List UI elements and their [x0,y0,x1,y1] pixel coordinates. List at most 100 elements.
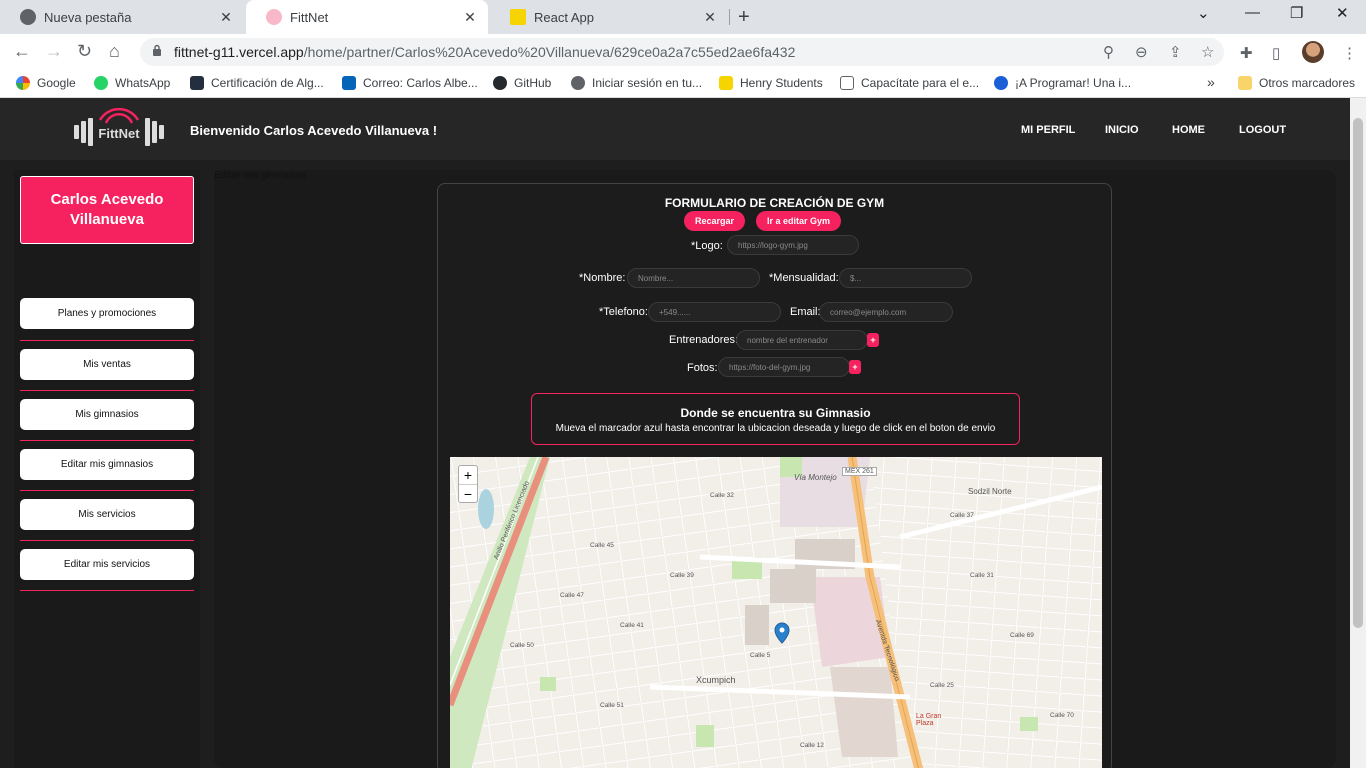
map-label-district: Xcumpich [696,675,736,685]
photos-input[interactable]: https://foto-del-gym.jpg [718,357,850,377]
bookmark-star-icon[interactable]: ☆ [1201,43,1214,61]
tab-title: React App [534,9,594,25]
bookmark-a-programar[interactable]: ¡A Programar! Una i... [994,76,1131,90]
nav-home[interactable]: HOME [1172,124,1205,136]
bookmark-certificacion[interactable]: Certificación de Alg... [190,76,324,90]
divider [20,590,194,591]
outlook-icon [342,76,356,90]
globe-icon [571,76,585,90]
zoom-in-button[interactable]: + [459,466,477,484]
side-panel-icon[interactable]: ▯ [1272,44,1280,62]
sidebar-item-editar-gimnasios[interactable]: Editar mis gimnasios [20,449,194,480]
kebab-menu-icon[interactable]: ⋮ [1342,44,1357,62]
bookmark-github[interactable]: GitHub [493,76,551,90]
forward-arrow-icon[interactable]: → [45,41,63,62]
bookmarks-overflow[interactable]: » [1207,74,1215,90]
bookmark-iniciar-sesion[interactable]: Iniciar sesión en tu... [571,76,702,90]
tab-title: FittNet [290,9,329,25]
location-map[interactable]: Calle 45 Calle 47 Calle 41 Calle 50 Calle 3… [450,457,1102,768]
chevron-down-icon[interactable]: ⌄ [1197,4,1210,22]
zoom-out-button[interactable]: − [459,485,477,503]
fittnet-logo[interactable]: FittNet [72,108,166,148]
location-pin-icon[interactable]: ⚲ [1103,43,1114,61]
minimize-icon[interactable]: — [1245,4,1260,21]
nav-inicio[interactable]: INICIO [1105,124,1139,136]
add-trainer-button[interactable]: + [867,333,879,347]
svg-text:Calle 50: Calle 50 [510,642,534,649]
svg-text:Calle 37: Calle 37 [950,512,974,519]
avatar[interactable] [1302,41,1324,63]
svg-text:Calle 5: Calle 5 [750,652,771,659]
park [1020,717,1038,731]
window-close-icon[interactable]: ✕ [1336,4,1349,22]
trainers-label: Entrenadores: [669,334,739,346]
svg-text:Calle 47: Calle 47 [560,592,584,599]
zoom-icon[interactable]: ⊖ [1135,43,1148,61]
email-input[interactable]: correo@ejemplo.com [819,302,953,322]
url-text: fittnet-g11.vercel.app/home/partner/Carl… [174,44,796,60]
svg-text:Calle 39: Calle 39 [670,572,694,579]
reload-button[interactable]: Recargar [684,211,745,231]
building [770,569,816,603]
nav-logout[interactable]: LOGOUT [1239,124,1286,136]
form-title: FORMULARIO DE CREACIÓN DE GYM [664,196,885,210]
tab-new-tab[interactable]: Nueva pestaña ✕ [0,0,244,34]
sidebar-item-servicios[interactable]: Mis servicios [20,499,194,530]
scrollbar-thumb[interactable] [1353,118,1363,628]
home-icon[interactable]: ⌂ [109,41,120,62]
divider [20,390,194,391]
sidebar-item-editar-servicios[interactable]: Editar mis servicios [20,549,194,580]
bookmark-henry[interactable]: Henry Students [719,76,823,90]
breadcrumb: Editar mis gimnasios [214,170,307,181]
plaza-building [830,667,898,757]
bookmark-capacitate[interactable]: Capacítate para el e... [840,76,979,90]
divider [20,490,194,491]
gym-form: FORMULARIO DE CREACIÓN DE GYM Recargar I… [437,183,1112,768]
restore-icon[interactable]: ❐ [1290,4,1303,22]
name-label: *Nombre: [579,272,626,284]
edit-gym-button[interactable]: Ir a editar Gym [756,211,841,231]
bookmark-google[interactable]: Google [16,76,76,90]
bookmark-correo[interactable]: Correo: Carlos Albe... [342,76,478,90]
sidebar-item-ventas[interactable]: Mis ventas [20,349,194,380]
pond [478,489,494,529]
nav-mi-perfil[interactable]: MI PERFIL [1021,124,1075,136]
svg-text:Calle 41: Calle 41 [620,622,644,629]
tab-title: Nueva pestaña [44,9,132,25]
logo-label: *Logo: [691,240,723,252]
svg-text:Calle 32: Calle 32 [710,492,734,499]
web-page: FittNet Bienvenido Carlos Acevedo Villan… [0,98,1350,768]
document-edit-icon [840,76,854,90]
github-icon [493,76,507,90]
logo-input[interactable]: https://logo-gym.jpg [727,235,859,255]
sidebar-item-gimnasios[interactable]: Mis gimnasios [20,399,194,430]
tab-fittnet[interactable]: FittNet ✕ [246,0,488,34]
add-photo-button[interactable]: + [849,360,861,374]
page-scrollbar[interactable] [1350,98,1366,768]
tab-strip: Nueva pestaña ✕ FittNet ✕ React App ✕ + … [0,0,1366,34]
bookmark-whatsapp[interactable]: WhatsApp [94,76,170,90]
profile-name-card: Carlos Acevedo Villanueva [20,176,194,244]
monthly-fee-input[interactable]: $... [839,268,972,288]
new-tab-icon[interactable]: + [738,6,750,29]
close-icon[interactable]: ✕ [462,9,478,26]
trainers-input[interactable]: nombre del entrenador [736,330,868,350]
phone-input[interactable]: +549...... [648,302,781,322]
photos-label: Fotos: [687,362,718,374]
map-label-highway: MEX 261 [842,467,877,476]
other-bookmarks[interactable]: Otros marcadores [1238,76,1355,90]
address-bar[interactable]: fittnet-g11.vercel.app/home/partner/Carl… [140,38,1224,66]
svg-text:Calle 12: Calle 12 [800,742,824,749]
name-input[interactable]: Nombre... [627,268,760,288]
lock-icon [153,44,161,56]
back-arrow-icon[interactable]: ← [13,41,31,62]
monthly-fee-label: *Mensualidad: [769,272,839,284]
extensions-puzzle-icon[interactable]: ✚ [1240,44,1253,62]
share-icon[interactable]: ⇪ [1169,43,1182,61]
tab-react-app[interactable]: React App ✕ [490,0,728,34]
close-icon[interactable]: ✕ [702,9,718,26]
reload-icon[interactable]: ↻ [77,41,92,62]
close-icon[interactable]: ✕ [218,9,234,26]
divider [20,340,194,341]
sidebar-item-planes[interactable]: Planes y promociones [20,298,194,329]
